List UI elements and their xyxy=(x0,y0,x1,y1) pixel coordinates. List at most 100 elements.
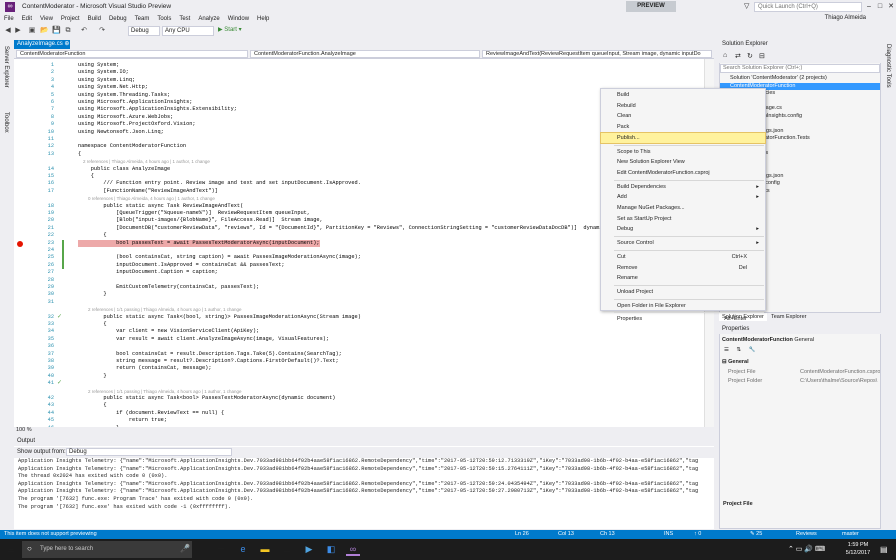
notifications-icon[interactable]: ▤ xyxy=(880,545,888,554)
code-line[interactable]: 40 } xyxy=(14,373,714,380)
menu-test[interactable]: Test xyxy=(175,14,194,25)
properties-section[interactable]: ⊟ General xyxy=(720,358,880,367)
close-icon[interactable]: ✕ xyxy=(886,2,896,12)
tab-team-explorer[interactable]: Team Explorer xyxy=(768,313,809,321)
context-menu-item[interactable]: Source Control ▸ xyxy=(601,238,765,249)
menu-file[interactable]: File xyxy=(0,14,18,25)
context-menu-item[interactable]: Set as StartUp Project xyxy=(601,214,765,225)
class-nav-dropdown[interactable]: ContentModeratorFunction.AnalyzeImage xyxy=(250,50,480,58)
context-menu-item[interactable]: Publish... xyxy=(600,131,766,145)
properties-object-selector[interactable]: ContentModeratorFunction General xyxy=(720,336,880,345)
pin-icon[interactable]: ⊕ xyxy=(64,41,69,47)
menu-tools[interactable]: Tools xyxy=(153,14,175,25)
quick-launch-input[interactable]: Quick Launch (Ctrl+Q) xyxy=(754,2,862,12)
menu-view[interactable]: View xyxy=(36,14,57,25)
code-line[interactable]: 39 return (containsCat, message); xyxy=(14,365,714,372)
menu-analyze[interactable]: Analyze xyxy=(194,14,223,25)
code-line[interactable]: 41 xyxy=(14,380,714,387)
solution-tree-item[interactable]: Solution 'ContentModerator' (2 projects) xyxy=(720,75,880,83)
home-icon[interactable]: ⌂ xyxy=(723,52,727,59)
project-nav-dropdown[interactable]: ContentModeratorFunction xyxy=(16,50,248,58)
new-item-icon[interactable]: ▣ xyxy=(28,27,36,35)
status-branch[interactable]: master xyxy=(842,530,859,539)
context-menu-item[interactable]: Rebuild xyxy=(601,101,765,112)
context-menu-item[interactable]: Unload Project xyxy=(601,287,765,298)
menu-window[interactable]: Window xyxy=(224,14,253,25)
open-icon[interactable]: 📂 xyxy=(40,27,49,35)
code-line[interactable]: 34 var client = new VisionServiceClient(… xyxy=(14,328,714,335)
test-passing-icon[interactable]: ✓ xyxy=(57,313,62,320)
terminal-icon[interactable]: ▶ xyxy=(302,542,316,556)
menu-team[interactable]: Team xyxy=(131,14,154,25)
save-all-icon[interactable]: ⧉ xyxy=(64,27,72,35)
context-menu-item[interactable]: New Solution Explorer View xyxy=(601,157,765,168)
document-tab[interactable]: AnalyzeImage.cs ⊕ ✕ xyxy=(14,40,70,56)
property-row[interactable]: Project Folder C:\Users\thalme\Source\Rep… xyxy=(720,377,880,386)
server-explorer-tab[interactable]: Server Explorer xyxy=(3,46,9,88)
code-line[interactable]: 36 xyxy=(14,343,714,350)
solution-search-input[interactable]: Search Solution Explorer (Ctrl+;) xyxy=(720,64,880,73)
context-menu-item[interactable]: Edit ContentModeratorFunction.csproj xyxy=(601,168,765,179)
context-menu-item[interactable]: Clean xyxy=(601,111,765,122)
output-source-dropdown[interactable]: Debug xyxy=(66,448,232,456)
code-line[interactable]: 3 using System.Linq; xyxy=(14,77,714,84)
context-menu-item[interactable]: Build xyxy=(601,90,765,101)
context-menu-item[interactable]: Scope to This xyxy=(601,147,765,158)
code-line[interactable]: 38 string message = result?.Description?… xyxy=(14,358,714,365)
status-pending-changes[interactable]: ✎ 25 xyxy=(750,530,762,539)
config-dropdown[interactable]: Debug xyxy=(128,26,160,36)
start-button[interactable]: ▶ Start ▾ xyxy=(216,26,242,36)
clock[interactable]: 1:59 PM 5/12/2017 xyxy=(840,541,876,557)
microphone-icon[interactable]: 🎤 xyxy=(180,544,190,553)
code-line[interactable]: 1 using System; xyxy=(14,62,714,69)
code-line[interactable]: 37 bool containsCat = result.Description… xyxy=(14,351,714,358)
task-view-icon[interactable]: ▭ xyxy=(214,542,228,556)
redo-icon[interactable]: ↷ xyxy=(98,27,106,35)
context-menu-item[interactable]: Pack xyxy=(601,122,765,133)
categorized-icon[interactable]: ☰ xyxy=(720,347,729,353)
back-icon[interactable]: ◀ xyxy=(4,27,12,35)
user-name[interactable]: Thiago Almeida xyxy=(825,15,866,21)
code-line[interactable]: 43 { xyxy=(14,402,714,409)
code-line[interactable]: 35 var result = await client.AnalyzeImag… xyxy=(14,336,714,343)
context-menu-item[interactable]: Debug ▸ xyxy=(601,224,765,235)
collapse-icon[interactable]: ⊟ xyxy=(759,52,765,60)
taskbar-search-box[interactable]: Type here to search xyxy=(22,541,192,558)
context-menu-item[interactable]: Remove Del xyxy=(601,263,765,274)
test-passing-icon[interactable]: ✓ xyxy=(57,379,62,386)
property-pages-icon[interactable]: 🔧 xyxy=(743,347,756,353)
member-nav-dropdown[interactable]: ReviewImageAndText(ReviewRequestItem que… xyxy=(482,50,712,58)
menu-help[interactable]: Help xyxy=(253,14,273,25)
refresh-icon[interactable]: ↻ xyxy=(747,52,753,60)
sync-icon[interactable]: ⇄ xyxy=(735,52,741,60)
code-line[interactable]: 42 public static async Task<bool> Passes… xyxy=(14,395,714,402)
maximize-icon[interactable]: □ xyxy=(875,2,885,12)
minimize-icon[interactable]: – xyxy=(864,2,874,12)
zoom-level[interactable]: 100 % xyxy=(14,427,32,433)
visual-studio-taskbar-icon[interactable]: ∞ xyxy=(346,542,360,556)
code-line[interactable]: 44 if (document.ReviewText == null) { xyxy=(14,410,714,417)
menu-debug[interactable]: Debug xyxy=(105,14,131,25)
status-repo[interactable]: Reviews xyxy=(796,530,817,539)
status-push-count[interactable]: ↑ 0 xyxy=(694,530,701,539)
context-menu-item[interactable]: Cut Ctrl+X xyxy=(601,252,765,263)
menu-build[interactable]: Build xyxy=(84,14,105,25)
property-row[interactable]: Project File ContentModeratorFunction.csp… xyxy=(720,368,880,377)
context-menu-item[interactable]: Add ▸ xyxy=(601,192,765,203)
save-icon[interactable]: 💾 xyxy=(52,27,61,35)
breakpoint-icon[interactable] xyxy=(17,240,23,247)
diagnostic-tools-tab[interactable]: Diagnostic Tools xyxy=(885,44,891,88)
menu-project[interactable]: Project xyxy=(57,14,84,25)
edge-icon[interactable]: e xyxy=(236,542,250,556)
filter-icon[interactable]: ▽ xyxy=(744,2,749,10)
tray-icons[interactable]: ⌃ ▭ 🔊 ⌨ xyxy=(788,545,825,553)
output-text[interactable]: Application Insights Telemetry: {"name":… xyxy=(18,458,698,526)
forward-icon[interactable]: ▶ xyxy=(14,27,22,35)
context-menu-item[interactable]: Open Folder in File Explorer xyxy=(601,301,765,312)
toolbox-tab[interactable]: Toolbox xyxy=(3,112,9,133)
context-menu-item[interactable]: Build Dependencies ▸ xyxy=(601,182,765,193)
context-menu-item[interactable]: Properties Alt+Enter xyxy=(601,314,765,325)
windows-start-icon[interactable]: ⊞ xyxy=(4,542,18,556)
undo-icon[interactable]: ↶ xyxy=(80,27,88,35)
platform-dropdown[interactable]: Any CPU xyxy=(162,26,214,36)
